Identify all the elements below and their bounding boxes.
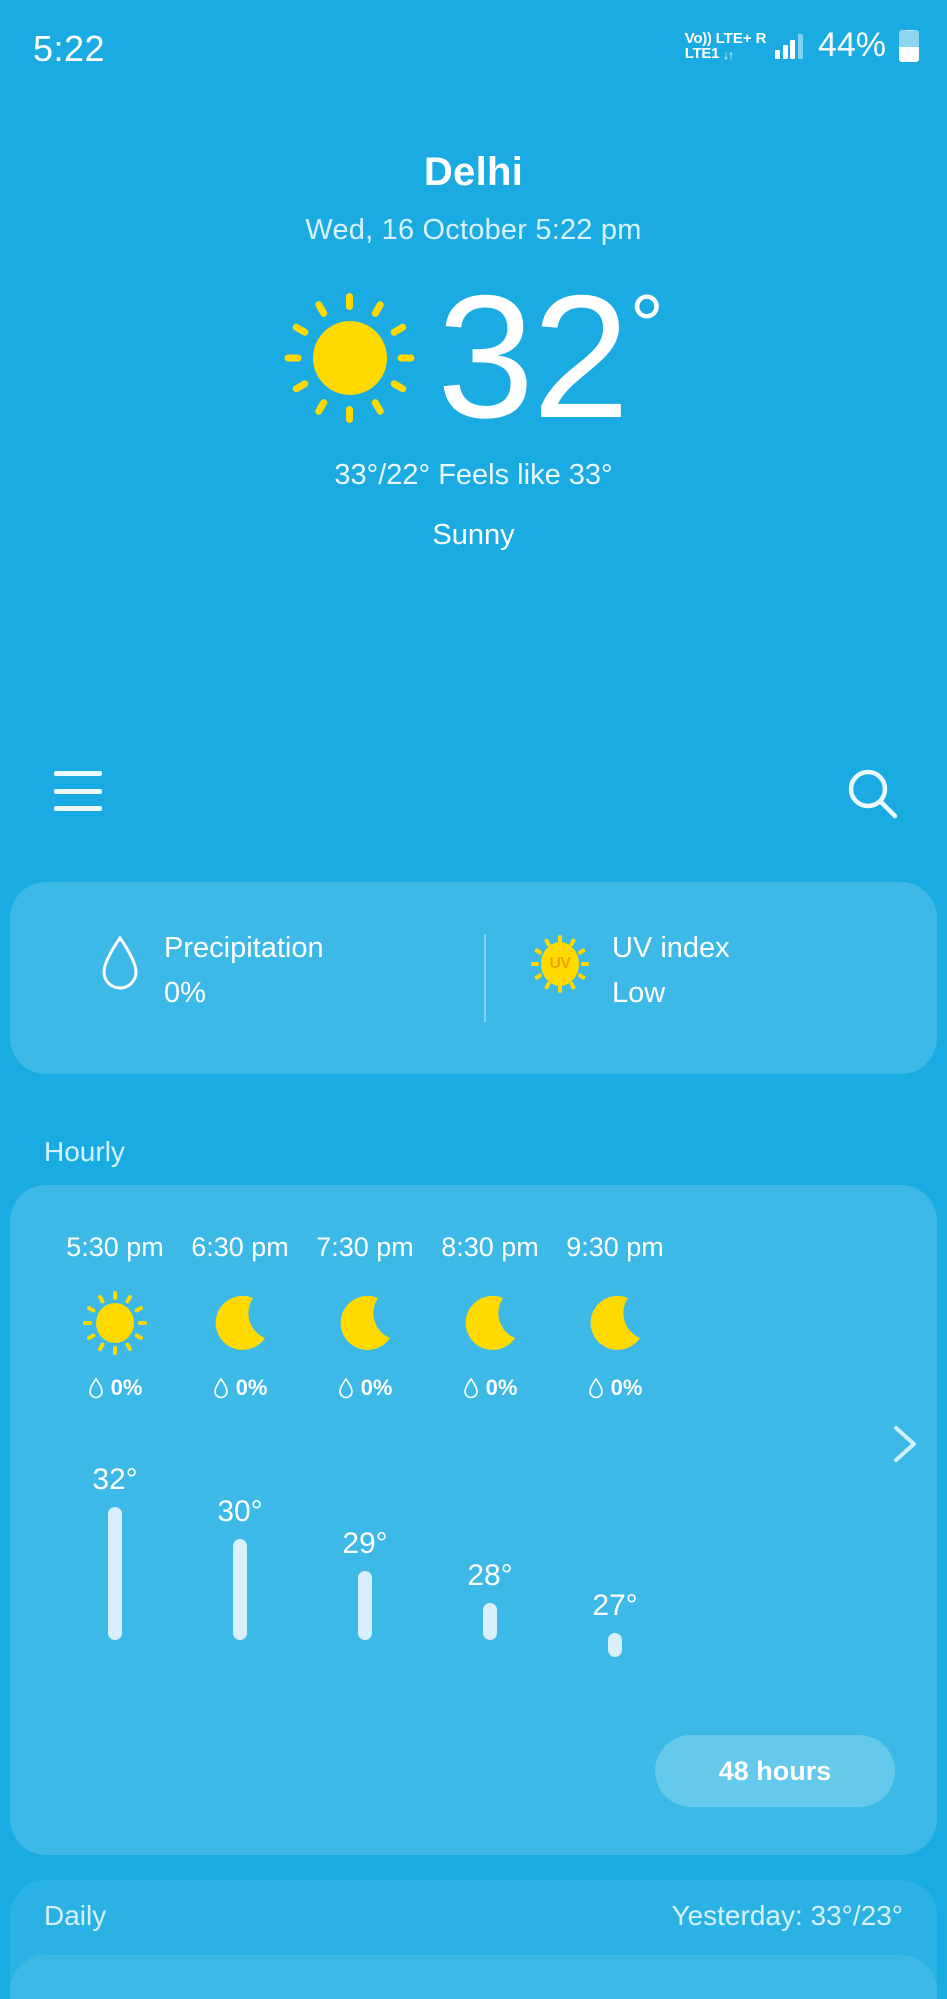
- water-drop-icon: [338, 1377, 353, 1399]
- 48-hours-button[interactable]: 48 hours: [655, 1735, 895, 1807]
- hourly-precipitation-value: 0%: [610, 1375, 643, 1400]
- hourly-precipitation-value: 0%: [485, 1375, 518, 1400]
- network-type-label: LTE+: [715, 29, 752, 47]
- data-transfer-arrows-icon: ↓↑: [723, 47, 734, 62]
- hourly-temp: 29°: [342, 1527, 388, 1560]
- precipitation-detail[interactable]: Precipitation 0%: [98, 932, 324, 1010]
- hourly-temp-bar: [608, 1633, 622, 1657]
- hourly-temp-bar: [358, 1571, 372, 1640]
- moon-icon: [582, 1290, 648, 1356]
- water-drop-icon: [102, 935, 138, 990]
- daily-list-top-edge: [10, 1955, 937, 1999]
- hourly-precipitation-value: 0%: [360, 1375, 393, 1400]
- details-divider: [484, 934, 486, 1022]
- weather-app-screen: 5:22 Vo)) LTE+ R LTE1 ↓↑ 44% Delhi Wed, …: [0, 0, 947, 1999]
- current-temperature-value: 32: [436, 260, 630, 455]
- weather-details-card: Precipitation 0% UV UV index Low: [10, 882, 937, 1074]
- uv-index-label: UV index: [612, 932, 730, 964]
- status-time: 5:22: [33, 28, 106, 69]
- hourly-precipitation: 0%: [540, 1375, 690, 1401]
- battery-icon: [899, 29, 919, 62]
- status-icons: Vo)) LTE+ R LTE1 ↓↑ 44%: [685, 26, 919, 65]
- uv-index-value: Low: [612, 977, 666, 1009]
- uv-index-detail[interactable]: UV UV index Low: [530, 932, 730, 1010]
- uv-badge-label: UV: [549, 955, 571, 972]
- signal-bars-icon: [775, 33, 803, 59]
- hourly-temp-bar: [233, 1539, 247, 1640]
- hourly-temp: 28°: [467, 1559, 513, 1592]
- hamburger-menu-icon[interactable]: [54, 771, 102, 811]
- high-low-feelslike: 33°/22° Feels like 33°: [334, 459, 613, 492]
- water-drop-icon: [463, 1377, 478, 1399]
- volte-top-label: Vo)): [684, 29, 712, 47]
- chevron-right-icon[interactable]: [880, 1420, 928, 1468]
- hourly-precipitation-value: 0%: [235, 1375, 268, 1400]
- hourly-temp: 32°: [92, 1463, 138, 1496]
- precipitation-value: 0%: [164, 977, 206, 1009]
- app-toolbar: [0, 760, 947, 840]
- status-bar: 5:22 Vo)) LTE+ R LTE1 ↓↑ 44%: [0, 0, 947, 90]
- water-drop-icon: [88, 1377, 103, 1399]
- search-icon[interactable]: [844, 765, 902, 823]
- current-temperature-row: 32 °: [0, 260, 947, 455]
- daily-section-title: Daily: [44, 1900, 107, 1931]
- hourly-temp-bar: [108, 1507, 122, 1640]
- uv-sun-icon: UV: [530, 934, 590, 994]
- current-temperature: 32 °: [436, 260, 664, 455]
- city-name[interactable]: Delhi: [0, 150, 947, 195]
- volte-bottom-label: LTE1: [684, 44, 720, 62]
- sun-icon: [82, 1290, 148, 1356]
- water-drop-icon: [213, 1377, 228, 1399]
- yesterday-summary: Yesterday: 33°/23°: [671, 1900, 903, 1931]
- hourly-temp: 27°: [592, 1589, 638, 1622]
- network-indicator: Vo)) LTE+ R LTE1 ↓↑: [685, 31, 767, 61]
- moon-icon: [332, 1290, 398, 1356]
- degree-symbol: °: [629, 278, 664, 374]
- hourly-precipitation-value: 0%: [110, 1375, 143, 1400]
- moon-icon: [457, 1290, 523, 1356]
- water-drop-icon: [588, 1377, 603, 1399]
- current-condition: Sunny: [432, 519, 515, 552]
- sun-icon: [285, 293, 415, 424]
- hourly-temp-bar: [483, 1603, 497, 1640]
- current-datetime: Wed, 16 October 5:22 pm: [305, 214, 642, 246]
- hourly-section-title: Hourly: [44, 1136, 125, 1167]
- battery-percent-label: 44%: [817, 26, 886, 64]
- precipitation-label: Precipitation: [164, 932, 324, 964]
- roaming-label: R: [755, 29, 767, 47]
- moon-icon: [207, 1290, 273, 1356]
- current-weather-section: Delhi Wed, 16 October 5:22 pm 32 ° 33°/2…: [0, 150, 947, 552]
- hourly-temp: 30°: [217, 1495, 263, 1528]
- hourly-time: 9:30 pm: [566, 1232, 664, 1262]
